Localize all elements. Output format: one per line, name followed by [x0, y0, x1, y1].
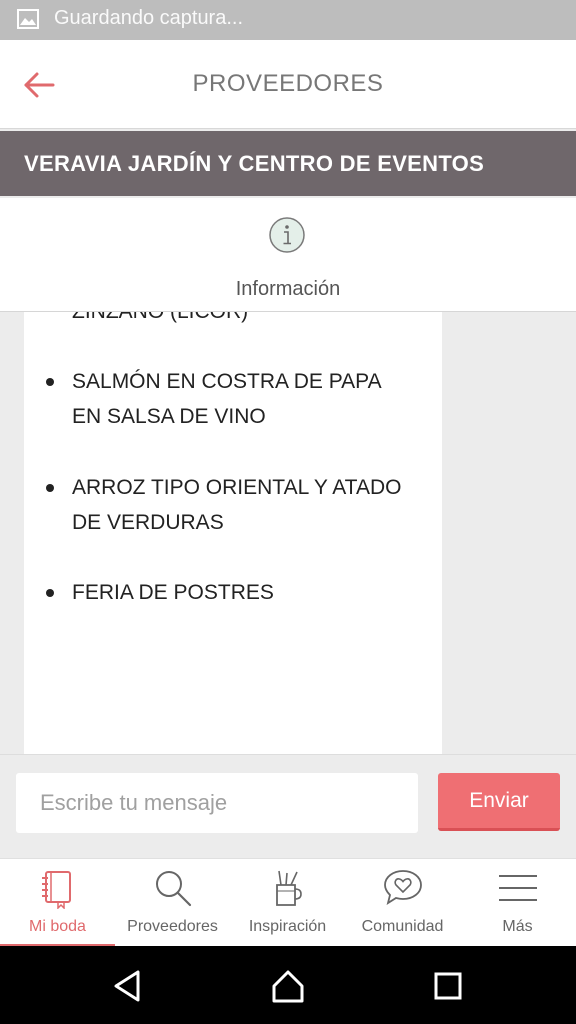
bullet	[46, 378, 54, 386]
nav-label: Comunidad	[361, 918, 444, 935]
nav-label: Más	[502, 918, 533, 935]
send-button[interactable]: Enviar	[438, 773, 560, 831]
nav-label: Proveedores	[127, 918, 218, 935]
page-title: PROVEEDORES	[192, 70, 384, 97]
status-bar: Guardando captura...	[0, 0, 576, 40]
bullet	[46, 589, 54, 597]
list-item-text: ARROZ TIPO ORIENTAL Y ATADO DE VERDURAS	[72, 476, 402, 534]
image-icon	[17, 9, 39, 29]
list-item-text: ZINZANO (LICOR)	[72, 312, 412, 329]
tab-informacion[interactable]: Información	[188, 212, 388, 304]
chat-heart-icon	[384, 870, 422, 905]
menu-icon	[499, 875, 537, 901]
status-text: Guardando captura...	[54, 7, 244, 29]
search-icon	[156, 871, 192, 907]
nav-item-inspiracion[interactable]: Inspiración	[230, 859, 345, 947]
nav-item-comunidad[interactable]: Comunidad	[345, 859, 460, 947]
message-input[interactable]	[16, 773, 418, 833]
home-icon[interactable]	[270, 968, 306, 1004]
recents-icon[interactable]	[430, 968, 466, 1004]
vendor-name: VERAVIA JARDÍN Y CENTRO DE EVENTOS	[24, 151, 485, 176]
pencil-cup-icon	[276, 870, 302, 906]
list-item-text: SALMÓN EN COSTRA DE PAPA EN SALSA DE VIN…	[72, 370, 381, 428]
nav-item-mi-boda[interactable]: Mi boda	[0, 859, 115, 947]
nav-label: Mi boda	[29, 918, 86, 935]
tab-label: Información	[235, 278, 341, 300]
back-triangle-icon[interactable]	[110, 968, 146, 1004]
notebook-icon	[42, 871, 71, 909]
tab-bar: Información	[0, 198, 576, 312]
nav-item-proveedores[interactable]: Proveedores	[115, 859, 230, 947]
nav-label: Inspiración	[248, 918, 327, 935]
system-nav-bar	[0, 946, 576, 1024]
nav-item-mas[interactable]: Más	[460, 859, 575, 947]
vendor-banner: VERAVIA JARDÍN Y CENTRO DE EVENTOS	[0, 131, 576, 196]
content-area: ZINZANO (LICOR) SALMÓN EN COSTRA DE PAPA…	[0, 312, 576, 754]
info-card: ZINZANO (LICOR) SALMÓN EN COSTRA DE PAPA…	[24, 312, 442, 754]
bullet	[46, 484, 54, 492]
message-composer: Enviar	[0, 754, 576, 859]
list-item-text: FERIA DE POSTRES	[72, 581, 274, 604]
info-icon	[269, 217, 305, 253]
app-bar: PROVEEDORES	[0, 40, 576, 129]
bottom-nav: Mi boda Proveedores Inspiración Comunida…	[0, 858, 576, 947]
